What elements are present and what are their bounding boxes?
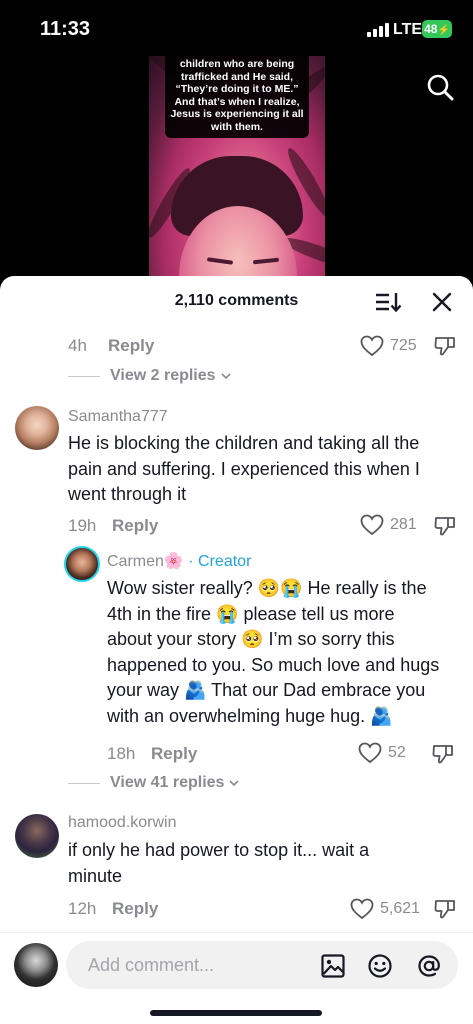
status-bar: 11:33 LTE 48⚡ bbox=[0, 0, 473, 56]
reply-time: 18h bbox=[107, 744, 136, 763]
network-label: LTE bbox=[393, 21, 423, 38]
caption-line: And that’s when I realize, bbox=[174, 95, 300, 108]
like-button[interactable]: 281 bbox=[360, 512, 417, 538]
reply-line: happened to you. So much love and hugs bbox=[107, 654, 440, 675]
comment-input[interactable]: Add comment... bbox=[66, 941, 458, 989]
caption-line: trafficked and He said, bbox=[180, 70, 294, 83]
reply-button[interactable]: Reply bbox=[108, 336, 154, 356]
image-icon[interactable] bbox=[320, 953, 346, 979]
close-icon[interactable] bbox=[430, 290, 454, 314]
comment-line: pain and suffering. I experienced this w… bbox=[68, 458, 420, 479]
view-replies-button[interactable]: View 41 replies bbox=[68, 774, 240, 792]
reply-text: Wow sister really? 🥺😭 He really is the 4… bbox=[107, 576, 439, 729]
view-replies-label: View 41 replies bbox=[110, 774, 225, 791]
reply-username[interactable]: Carmen🌸 · Creator bbox=[107, 551, 251, 571]
avatar[interactable] bbox=[15, 814, 59, 858]
comment-time: 4h bbox=[68, 336, 87, 355]
heart-icon bbox=[358, 742, 382, 764]
user-avatar bbox=[14, 943, 58, 987]
avatar[interactable] bbox=[15, 406, 59, 450]
chevron-down-icon bbox=[229, 780, 240, 787]
like-count: 725 bbox=[390, 337, 417, 354]
reply-line: 4th in the fire 😭 please tell us more bbox=[107, 603, 395, 624]
emoji-icon[interactable] bbox=[367, 953, 393, 979]
reply-username-text: Carmen🌸 bbox=[107, 553, 184, 570]
search-icon[interactable] bbox=[425, 72, 455, 102]
like-button[interactable]: 52 bbox=[358, 740, 406, 766]
reply-line: Wow sister really? 🥺😭 He really is the bbox=[107, 578, 427, 598]
at-sign-icon[interactable] bbox=[416, 953, 442, 979]
heart-icon bbox=[360, 335, 384, 357]
comment-line: went through it bbox=[68, 484, 187, 504]
comment-input-bar: Add comment... bbox=[0, 932, 473, 1024]
comment-username[interactable]: Samantha777 bbox=[68, 408, 168, 426]
signal-icon bbox=[367, 23, 389, 37]
view-replies-label: View 2 replies bbox=[110, 367, 216, 384]
comment-username[interactable]: hamood.korwin bbox=[68, 814, 177, 832]
sort-icon[interactable] bbox=[374, 290, 402, 314]
video-caption: children who are being trafficked and He… bbox=[165, 56, 309, 138]
home-indicator bbox=[150, 1010, 322, 1016]
thumbs-down-icon[interactable] bbox=[433, 897, 457, 921]
battery-level: 48 bbox=[424, 22, 438, 36]
comment-placeholder: Add comment... bbox=[88, 955, 215, 975]
comment-time: 19h bbox=[68, 516, 97, 535]
thumbs-down-icon[interactable] bbox=[431, 742, 455, 766]
caption-line: “They’re doing it to ME.” bbox=[175, 83, 299, 95]
comment-line: minute bbox=[68, 865, 123, 886]
reply-line: your way 🫂 That our Dad embrace you bbox=[107, 680, 426, 700]
like-count: 5,621 bbox=[380, 900, 421, 917]
reply-button[interactable]: Reply bbox=[112, 899, 158, 919]
reply-button[interactable]: Reply bbox=[112, 516, 158, 536]
caption-line: children who are being bbox=[179, 58, 295, 70]
battery-icon: 48⚡ bbox=[422, 20, 452, 38]
thumbs-down-icon[interactable] bbox=[433, 514, 457, 538]
view-replies-button[interactable]: View 2 replies bbox=[68, 367, 232, 385]
video-player[interactable]: children who are being trafficked and He… bbox=[149, 56, 325, 286]
separator-dot: · bbox=[183, 553, 199, 570]
status-time: 11:33 bbox=[40, 18, 91, 40]
thumbs-down-icon[interactable] bbox=[433, 334, 457, 358]
caption-line: Jesus is experiencing it all bbox=[170, 108, 304, 120]
comments-count: 2,110 comments bbox=[174, 292, 299, 309]
creator-avatar[interactable] bbox=[64, 546, 100, 582]
caption-line: with them. bbox=[211, 120, 263, 133]
comments-header: 2,110 comments bbox=[0, 276, 473, 326]
comments-panel: 2,110 comments 4h Reply 725 View 2 repli… bbox=[0, 276, 473, 1024]
like-button[interactable]: 5,621 bbox=[350, 896, 420, 922]
comment-text: if only he had power to stop it... wait … bbox=[68, 838, 369, 889]
comment-time: 12h bbox=[68, 899, 97, 918]
creator-badge: Creator bbox=[198, 553, 252, 570]
like-count: 281 bbox=[390, 516, 417, 533]
like-count: 52 bbox=[388, 744, 406, 761]
heart-icon bbox=[360, 514, 384, 536]
chevron-down-icon bbox=[220, 373, 231, 380]
reply-line: with an overwhelming huge hug. 🫂 bbox=[107, 705, 393, 726]
heart-icon bbox=[350, 898, 374, 920]
reply-line: about your story 🥺 I’m so sorry this bbox=[107, 629, 395, 649]
comment-line: He is blocking the children and taking a… bbox=[68, 433, 420, 453]
comment-line: if only he had power to stop it... wait … bbox=[68, 840, 370, 860]
like-button[interactable]: 725 bbox=[360, 333, 417, 359]
comment-text: He is blocking the children and taking a… bbox=[68, 431, 420, 508]
reply-button[interactable]: Reply bbox=[151, 744, 197, 764]
